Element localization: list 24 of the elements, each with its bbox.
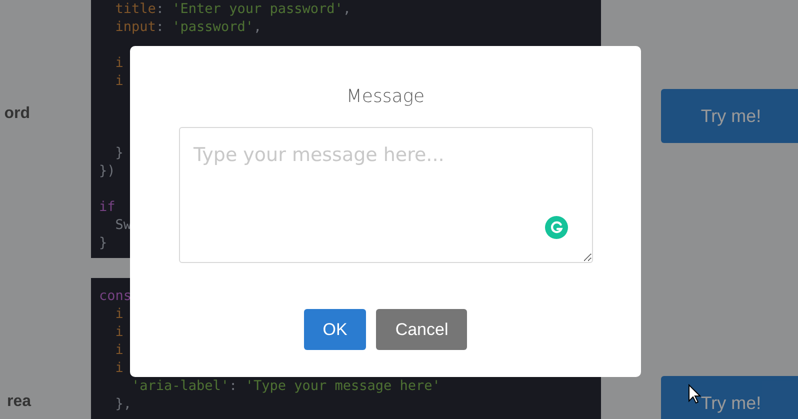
grammarly-icon[interactable] — [544, 216, 568, 239]
code-line: }, — [114, 395, 132, 413]
code-line: i — [114, 341, 124, 359]
dialog-title: Message — [346, 86, 425, 107]
try-button[interactable]: Try me! — [661, 89, 798, 143]
code-line: i — [114, 54, 124, 72]
code-line: }) — [99, 162, 116, 180]
try-button[interactable]: Try me! — [661, 376, 798, 419]
cursor-icon — [688, 384, 701, 404]
code-line: } — [99, 234, 108, 252]
code-line: i — [114, 72, 124, 90]
code-line: i — [114, 359, 124, 377]
ok-button[interactable]: OK — [304, 309, 366, 350]
code-line: 'aria-label': 'Type your message here' — [130, 377, 440, 395]
code-line: i — [114, 323, 124, 341]
code-line: } — [114, 144, 124, 162]
code-line: title: 'Enter your password', — [114, 0, 351, 18]
code-line: i — [114, 305, 124, 323]
section-label: rea — [6, 393, 31, 411]
section-label: ord — [4, 105, 30, 123]
cancel-button[interactable]: Cancel — [376, 309, 468, 350]
code-line: if — [99, 198, 116, 216]
code-line: cons — [99, 287, 132, 305]
code-line: input: 'password', — [114, 18, 262, 36]
